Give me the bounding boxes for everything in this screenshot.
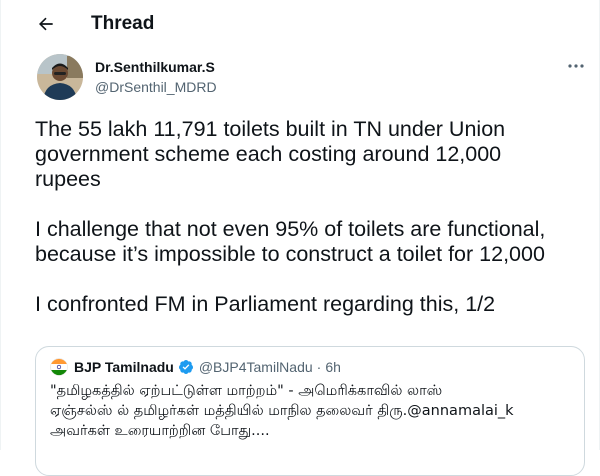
quoted-tweet-text: "தமிழகத்தில் ஏற்பட்டுள்ள மாற்றம்" - அமெர… <box>50 381 580 441</box>
tweet-text: The 55 lakh 11,791 toilets built in TN u… <box>35 117 595 317</box>
quoted-text-line: "தமிழகத்தில் ஏற்பட்டுள்ள மாற்றம்" - அமெர… <box>50 383 443 399</box>
quoted-text-line: அவர்கள் உரையாற்றின போது.... <box>50 423 270 439</box>
arrow-left-icon <box>39 17 53 31</box>
avatar[interactable] <box>37 54 83 100</box>
quoted-tweet-header: BJP Tamilnadu @BJP4TamilNadu · 6h <box>50 358 341 376</box>
page-title: Thread <box>91 13 155 34</box>
quoted-tweet[interactable]: BJP Tamilnadu @BJP4TamilNadu · 6h "தமிழக… <box>35 346 585 476</box>
tweet-paragraph: I confronted FM in Parliament regarding … <box>35 292 496 316</box>
quoted-text-line: ஏஞ்சல்ஸ் ல் தமிழர்கள் மத்தியில் மாநில தல… <box>50 403 514 419</box>
avatar-image <box>37 54 83 100</box>
back-button[interactable] <box>33 11 59 37</box>
more-options-button[interactable] <box>561 56 591 76</box>
separator-dot: · <box>316 359 322 375</box>
india-flag-icon <box>50 358 68 376</box>
quoted-author-handle[interactable]: @BJP4TamilNadu <box>199 358 313 376</box>
tweet-paragraph: The 55 lakh 11,791 toilets built in TN u… <box>35 117 506 191</box>
quoted-timestamp[interactable]: 6h <box>325 358 341 376</box>
thread-header: Thread <box>1 0 600 48</box>
tweet-paragraph: I challenge that not even 95% of toilets… <box>35 217 546 266</box>
thread-view: Thread Dr.Senthilkumar.S @DrSenthil_MDRD… <box>0 0 600 476</box>
author-handle[interactable]: @DrSenthil_MDRD <box>95 78 217 96</box>
quoted-author-name[interactable]: BJP Tamilnadu <box>74 358 174 376</box>
verified-badge-icon <box>178 360 193 374</box>
more-horizontal-icon <box>568 64 584 68</box>
author-name[interactable]: Dr.Senthilkumar.S <box>95 58 215 76</box>
